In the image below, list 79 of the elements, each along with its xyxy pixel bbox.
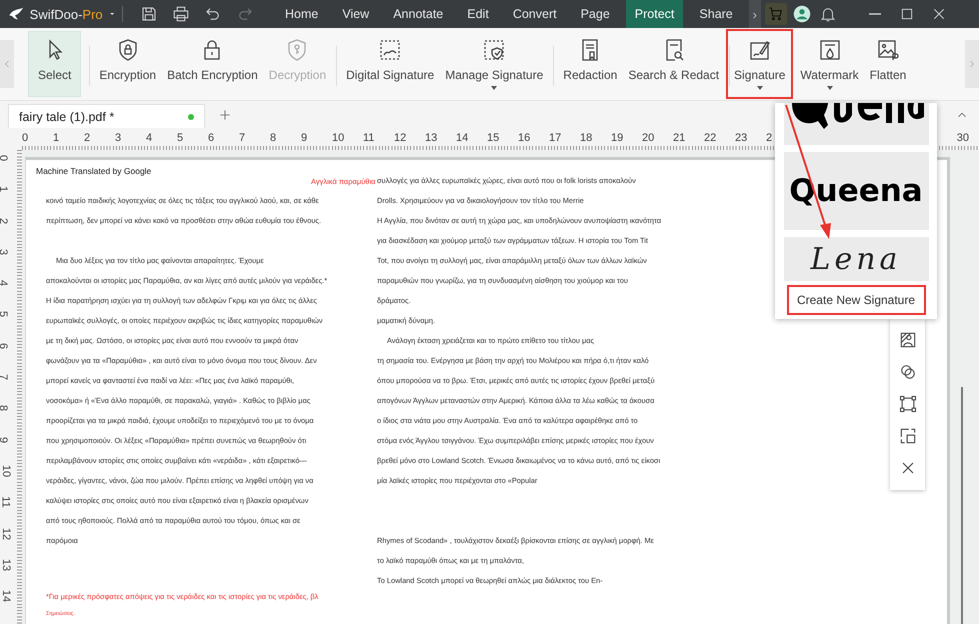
ruler-number: 23 <box>735 132 748 144</box>
ruler-number: 2 <box>0 218 10 224</box>
toolbar-button[interactable]: Search & Redact <box>626 31 722 97</box>
ruler-number: 5 <box>177 132 184 144</box>
ruler-number: 22 <box>704 132 716 144</box>
menu-tab[interactable]: Home <box>273 0 330 28</box>
ruler-number: 30 <box>956 132 969 146</box>
document-tab[interactable]: fairy tale (1).pdf * <box>8 104 205 128</box>
ruler-number: 11 <box>363 132 374 144</box>
ruler-number: 9 <box>0 436 10 443</box>
menu-tab[interactable]: Edit <box>455 0 501 28</box>
signature-option[interactable] <box>784 103 928 145</box>
cart-icon <box>768 6 784 22</box>
ruler-number: 20 <box>642 132 654 144</box>
create-signature-button[interactable]: Create New Signature <box>786 285 926 315</box>
ruler-number: 0 <box>0 154 10 162</box>
ruler-number: 6 <box>208 132 214 144</box>
menu-tab[interactable]: View <box>330 0 382 28</box>
ruler-number: 3 <box>115 132 122 144</box>
page-header: Machine Translated by Google <box>36 166 152 176</box>
ruler-number: 13 <box>0 558 12 571</box>
menu-tab[interactable]: Protect <box>626 0 684 28</box>
menu-tab[interactable]: Share <box>687 0 745 28</box>
ruler-number: 3 <box>0 248 10 255</box>
ruler-number: 12 <box>394 132 406 144</box>
ruler-number: 14 <box>456 132 468 144</box>
ruler-number: 16 <box>518 132 530 144</box>
ruler-number: 4 <box>146 132 152 144</box>
scrollbar-thumb[interactable] <box>961 387 963 624</box>
ruler-number: 15 <box>487 132 500 144</box>
ruler-number: 1 <box>53 132 60 144</box>
ruler-number: 8 <box>270 132 276 144</box>
image-icon <box>876 38 900 62</box>
toolbar-button[interactable]: Select <box>28 31 82 97</box>
ruler-number: 13 <box>425 132 438 144</box>
user-avatar-icon <box>792 5 811 23</box>
ruler-number: 7 <box>0 374 10 380</box>
ruler-number: 21 <box>673 132 686 144</box>
menu-tab[interactable]: Page <box>568 0 622 28</box>
dropdown-caret-icon <box>491 86 498 90</box>
ruler-number: 10 <box>0 464 12 478</box>
watermark-icon <box>818 38 842 62</box>
ruler-number: 0 <box>22 132 28 144</box>
ruler-number: 6 <box>0 342 10 349</box>
dropdown-caret-icon <box>826 86 833 90</box>
ruler-number: 18 <box>580 132 592 144</box>
ruler-number: 10 <box>332 132 344 144</box>
resize-frame-icon <box>898 394 918 414</box>
toolbar-button[interactable]: Batch Encryption <box>165 31 260 97</box>
ruler-number: 19 <box>611 132 624 144</box>
toolbar-button[interactable]: Signature <box>728 31 792 97</box>
signature-option[interactable]: Lena <box>784 237 928 281</box>
minimize-icon <box>868 13 881 15</box>
ruler-number: 2 <box>84 132 90 144</box>
ruler-number: 17 <box>549 132 562 144</box>
ruler-number: 14 <box>0 590 12 602</box>
ruler-number: 9 <box>301 132 308 144</box>
ruler-number: 4 <box>0 280 10 286</box>
ruler-number: 1 <box>0 186 10 192</box>
more-menu-button[interactable]: › <box>748 0 761 28</box>
dropdown-caret-icon <box>756 86 763 90</box>
ruler-number: 7 <box>239 132 246 144</box>
crop-tool-button[interactable] <box>898 394 918 414</box>
menu-tab[interactable]: Annotate <box>381 0 456 28</box>
ruler-number: 8 <box>0 405 10 412</box>
signature-frame-icon <box>378 38 402 62</box>
toolbar-button[interactable]: Flatten <box>868 31 908 97</box>
ruler-number: 5 <box>0 311 10 318</box>
save-icon <box>140 5 158 23</box>
app-name: SwifDoo-Pro <box>30 6 103 22</box>
pen-sign-icon <box>748 38 772 62</box>
ruler-number: 2 <box>766 132 772 144</box>
printer-icon <box>172 5 190 23</box>
shield-check-icon <box>482 38 506 62</box>
menu-tab[interactable]: Convert <box>500 0 569 28</box>
toolbar-button[interactable]: Manage Signature <box>443 31 546 97</box>
toolbar-button[interactable]: Watermark <box>798 31 861 97</box>
ruler-number: 12 <box>0 527 12 540</box>
ruler-number: 11 <box>0 496 12 508</box>
